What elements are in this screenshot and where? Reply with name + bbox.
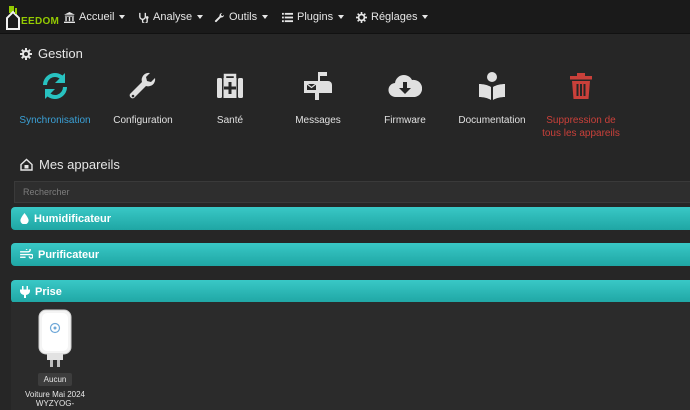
- plug-icon: [20, 285, 30, 298]
- group-purificateur-label: Purificateur: [38, 248, 100, 261]
- cloud-download-icon: [388, 75, 422, 98]
- nav-plugins[interactable]: Plugins: [282, 0, 345, 34]
- tint-icon: [20, 213, 29, 224]
- gestion-title: Gestion: [20, 46, 83, 61]
- nav-reglages-label: Réglages: [371, 11, 418, 23]
- group-humidificateur[interactable]: Humidificateur: [11, 207, 690, 230]
- chevron-down-icon: [119, 15, 126, 19]
- book-reader-icon: [479, 72, 505, 100]
- mailbox-icon: [304, 72, 332, 100]
- mes-appareils-title-text: Mes appareils: [39, 157, 120, 172]
- group-purificateur[interactable]: Purificateur: [11, 243, 690, 266]
- device-name: Voiture Mai 2024 WYZYOG-: [14, 390, 96, 408]
- nav-reglages[interactable]: Réglages: [356, 0, 429, 34]
- list-icon: [282, 12, 293, 22]
- nav-analyse-label: Analyse: [153, 11, 193, 23]
- wind-icon: [20, 249, 33, 259]
- brand-text: EEDOM: [21, 16, 60, 27]
- wrench-icon: [129, 72, 156, 99]
- wrench-icon: [214, 12, 225, 22]
- group-prise[interactable]: Prise: [11, 280, 690, 303]
- mes-appareils-title: Mes appareils: [20, 157, 120, 172]
- nav-outils[interactable]: Outils: [214, 0, 269, 34]
- bank-icon: [64, 11, 75, 23]
- device-card[interactable]: Aucun Voiture Mai 2024 WYZYOG-: [14, 308, 96, 408]
- medkit-icon: [217, 73, 243, 98]
- group-prise-label: Prise: [35, 285, 62, 298]
- navbar: EEDOM Accueil Analyse Outils Plugins Rég…: [0, 0, 690, 34]
- tile-suppression-label: Suppression de tous les appareils: [526, 114, 636, 140]
- tile-suppression-label-line1: Suppression de: [546, 115, 616, 126]
- gears-icon: [356, 11, 367, 23]
- nav-accueil-label: Accueil: [79, 11, 115, 23]
- gestion-title-text: Gestion: [38, 46, 83, 61]
- chevron-down-icon: [338, 15, 345, 19]
- tile-suppression[interactable]: Suppression de tous les appareils: [526, 66, 636, 140]
- search-input[interactable]: [14, 181, 690, 203]
- chevron-down-icon: [422, 15, 429, 19]
- jeedom-logo[interactable]: EEDOM: [6, 4, 59, 30]
- home-icon: [20, 158, 33, 171]
- tile-suppression-label-line2: tous les appareils: [542, 128, 620, 139]
- device-name-line2: WYZYOG-: [35, 399, 75, 408]
- chevron-down-icon: [262, 15, 269, 19]
- house-logo-icon: [6, 6, 20, 30]
- group-prise-body: [11, 302, 690, 410]
- chevron-down-icon: [197, 15, 204, 19]
- gear-icon: [20, 47, 32, 60]
- nav-plugins-label: Plugins: [297, 11, 334, 23]
- device-room-badge: Aucun: [37, 373, 73, 386]
- stethoscope-icon: [139, 12, 149, 23]
- nav-accueil[interactable]: Accueil: [64, 0, 126, 34]
- nav-outils-label: Outils: [229, 11, 258, 23]
- nav-analyse[interactable]: Analyse: [138, 0, 204, 34]
- sync-icon: [43, 73, 67, 99]
- trash-icon: [570, 73, 592, 99]
- group-humidificateur-label: Humidificateur: [34, 212, 112, 225]
- smart-plug-image: [38, 309, 72, 367]
- device-name-line1: Voiture Mai 2024: [24, 390, 86, 399]
